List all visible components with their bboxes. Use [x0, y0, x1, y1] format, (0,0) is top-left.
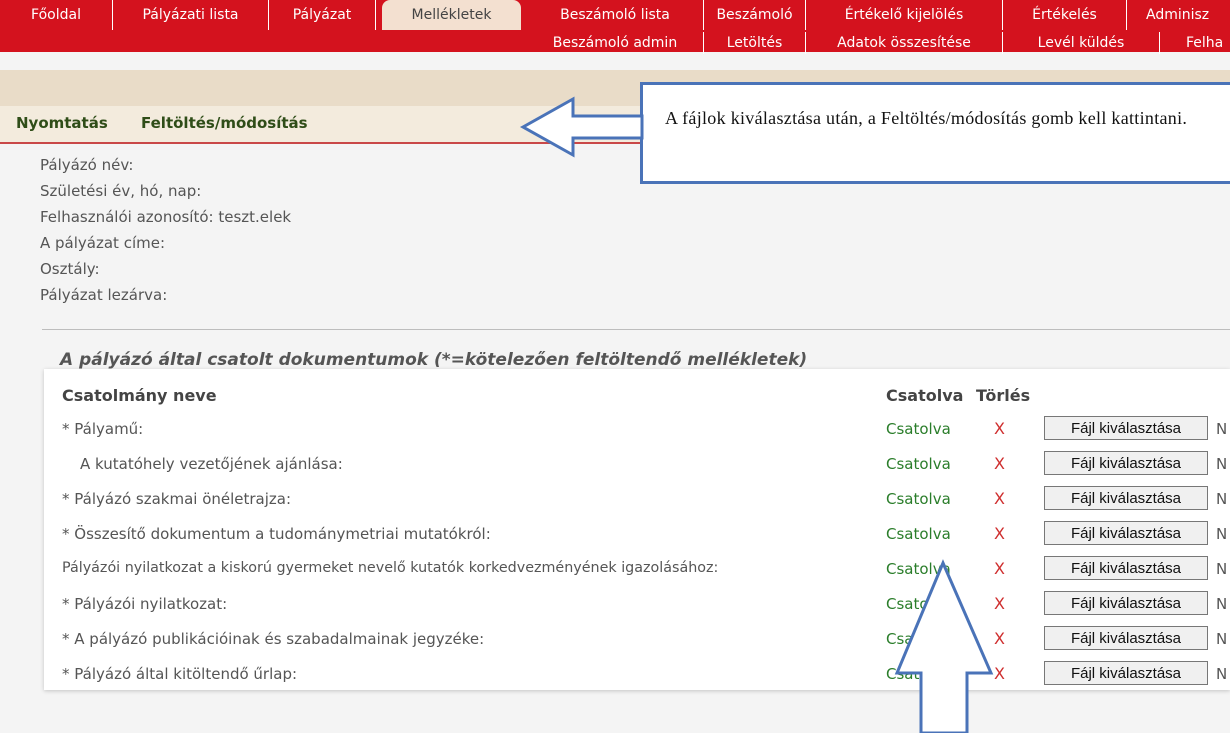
- delete-icon[interactable]: X: [994, 559, 1005, 578]
- attachment-name: * Pályázó által kitöltendő űrlap:: [62, 665, 298, 683]
- delete-icon[interactable]: X: [994, 489, 1005, 508]
- nav-tab-application-list[interactable]: Pályázati lista: [113, 0, 269, 30]
- attachment-status: Csatolva: [886, 560, 951, 578]
- divider: [42, 329, 1230, 330]
- attachment-status: Csatolva: [886, 630, 951, 648]
- nav-tab-evaluator-assignment[interactable]: Értékelő kijelölés: [806, 0, 1003, 30]
- nav-tab-send-letter[interactable]: Levél küldés: [1003, 32, 1160, 54]
- application-closed-label: Pályázat lezárva:: [40, 286, 168, 304]
- truncated-column: N: [1216, 595, 1228, 613]
- top-navigation: Főoldal Pályázati lista Pályázat Mellékl…: [0, 0, 1230, 54]
- attachment-status: Csatolva: [886, 420, 951, 438]
- attachment-name: * Pályázó szakmai önéletrajza:: [62, 490, 292, 508]
- nav-row-secondary: Beszámoló admin Letöltés Adatok összesít…: [0, 32, 1230, 54]
- file-select-button[interactable]: Fájl kiválasztása: [1044, 556, 1208, 580]
- truncated-column: N: [1216, 490, 1228, 508]
- file-select-button[interactable]: Fájl kiválasztása: [1044, 661, 1208, 685]
- file-select-button[interactable]: Fájl kiválasztása: [1044, 416, 1208, 440]
- file-select-button[interactable]: Fájl kiválasztása: [1044, 591, 1208, 615]
- nav-tab-evaluation[interactable]: Értékelés: [1003, 0, 1127, 30]
- file-select-button[interactable]: Fájl kiválasztása: [1044, 521, 1208, 545]
- print-link[interactable]: Nyomtatás: [16, 114, 108, 132]
- attachment-status: Csatolva: [886, 525, 951, 543]
- delete-icon[interactable]: X: [994, 524, 1005, 543]
- nav-row-primary: Főoldal Pályázati lista Pályázat Mellékl…: [0, 0, 1230, 30]
- truncated-column: N: [1216, 630, 1228, 648]
- nav-tab-download[interactable]: Letöltés: [704, 32, 806, 54]
- file-select-button[interactable]: Fájl kiválasztása: [1044, 626, 1208, 650]
- callout-text: A fájlok kiválasztása után, a Feltöltés/…: [665, 108, 1188, 128]
- attachment-name: * A pályázó publikációinak és szabadalma…: [62, 630, 485, 648]
- nav-tab-admin[interactable]: Adminisz: [1132, 0, 1230, 30]
- column-header-name: Csatolmány neve: [62, 386, 217, 405]
- column-header-delete: Törlés: [976, 386, 1031, 405]
- application-title-label: A pályázat címe:: [40, 234, 166, 252]
- department-label: Osztály:: [40, 260, 100, 278]
- applicant-name-label: Pályázó név:: [40, 156, 134, 174]
- column-header-attached: Csatolva: [886, 386, 964, 405]
- nav-tab-application[interactable]: Pályázat: [269, 0, 376, 30]
- nav-tab-home[interactable]: Főoldal: [0, 0, 113, 30]
- attachment-status: Csatolva: [886, 455, 951, 473]
- delete-icon[interactable]: X: [994, 664, 1005, 683]
- upload-modify-link[interactable]: Feltöltés/módosítás: [141, 114, 308, 132]
- birth-date-label: Születési év, hó, nap:: [40, 182, 202, 200]
- delete-icon[interactable]: X: [994, 419, 1005, 438]
- truncated-column: N: [1216, 665, 1228, 683]
- attachment-status: Csatolva: [886, 595, 951, 613]
- nav-tab-data-summary[interactable]: Adatok összesítése: [806, 32, 1003, 54]
- truncated-column: N: [1216, 560, 1228, 578]
- attachment-name: A kutatóhely vezetőjének ajánlása:: [80, 455, 343, 473]
- attachment-name: * Pályamű:: [62, 420, 144, 438]
- file-select-button[interactable]: Fájl kiválasztása: [1044, 486, 1208, 510]
- delete-icon[interactable]: X: [994, 629, 1005, 648]
- delete-icon[interactable]: X: [994, 594, 1005, 613]
- nav-tab-attachments[interactable]: Mellékletek: [382, 0, 521, 30]
- user-id-label: Felhasználói azonosító: teszt.elek: [40, 208, 292, 226]
- attachment-name: * Pályázói nyilatkozat:: [62, 595, 228, 613]
- nav-tab-report-list[interactable]: Beszámoló lista: [527, 0, 704, 30]
- attachment-name: Pályázói nyilatkozat a kiskorú gyermeket…: [62, 560, 719, 576]
- attachment-status: Csatolva: [886, 490, 951, 508]
- truncated-column: N: [1216, 420, 1228, 438]
- attachment-name: * Összesítő dokumentum a tudománymetriai…: [62, 525, 491, 543]
- attachments-section-title: A pályázó által csatolt dokumentumok (*=…: [60, 350, 808, 370]
- delete-icon[interactable]: X: [994, 454, 1005, 473]
- instruction-callout: A fájlok kiválasztása után, a Feltöltés/…: [640, 82, 1230, 184]
- nav-tab-report[interactable]: Beszámoló: [704, 0, 806, 30]
- nav-tab-report-admin[interactable]: Beszámoló admin: [527, 32, 704, 54]
- file-select-button[interactable]: Fájl kiválasztása: [1044, 451, 1208, 475]
- nav-tab-user[interactable]: Felha: [1160, 32, 1230, 54]
- truncated-column: N: [1216, 455, 1228, 473]
- attachment-status: Csatolva: [886, 665, 951, 683]
- truncated-column: N: [1216, 525, 1228, 543]
